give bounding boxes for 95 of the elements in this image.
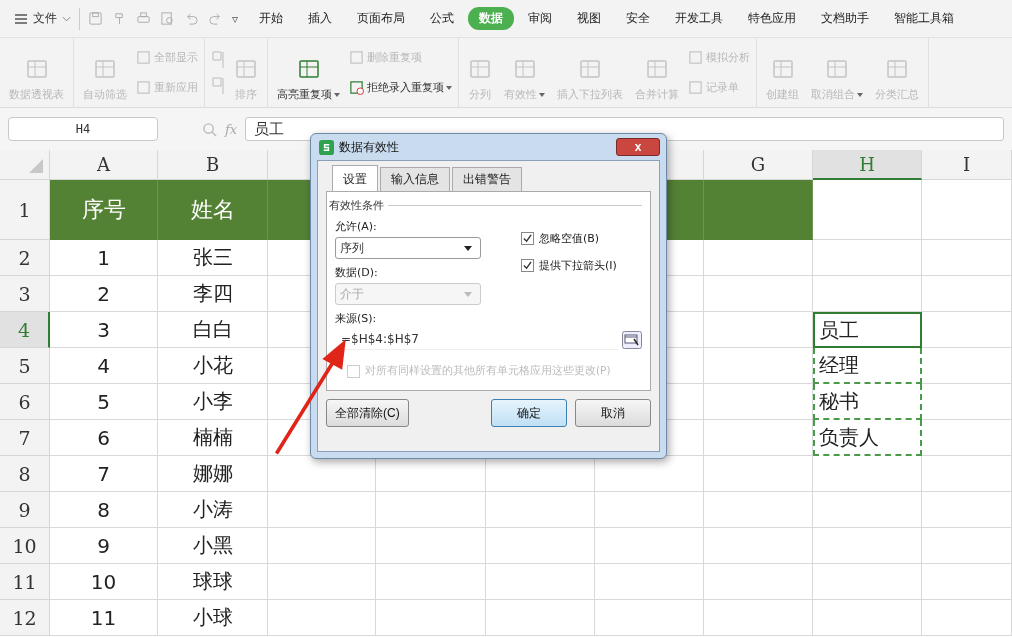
grid-icon	[688, 80, 703, 95]
caret-icon	[464, 291, 472, 297]
grid-icon	[136, 50, 151, 65]
row-header[interactable]: 7	[0, 420, 50, 456]
menu-tab[interactable]: 特色应用	[737, 7, 808, 30]
close-button[interactable]: x	[616, 138, 660, 156]
table-cell: 小李	[158, 384, 268, 420]
save-icon[interactable]	[88, 11, 103, 26]
table-cell: 5	[50, 384, 158, 420]
table-cell: 员工	[813, 312, 922, 348]
ribbon-button[interactable]: 拒绝录入重复项	[349, 76, 452, 99]
ribbon-button[interactable]: 高亮重复项	[274, 43, 343, 102]
table-cell: 小花	[158, 348, 268, 384]
table-cell: 7	[50, 456, 158, 492]
table-cell: 娜娜	[158, 456, 268, 492]
table-cell: 4	[50, 348, 158, 384]
print-icon[interactable]	[136, 11, 151, 26]
menu-tab[interactable]: 审阅	[517, 7, 564, 30]
grid-icon	[349, 80, 364, 95]
app-logo-icon	[319, 139, 334, 155]
table-cell: 小黑	[158, 528, 268, 564]
check-icon	[523, 261, 532, 270]
allow-dropdown[interactable]: 序列	[335, 237, 481, 259]
table-cell: 负责人	[813, 420, 922, 456]
range-picker-icon[interactable]	[622, 330, 642, 349]
header-cell: 序号	[50, 180, 158, 240]
table-cell: 张三	[158, 240, 268, 276]
menu-tab[interactable]: 公式	[419, 7, 466, 30]
dialog-tab[interactable]: 设置	[332, 165, 378, 191]
table-cell: 1	[50, 240, 158, 276]
table-cell: 小球	[158, 600, 268, 636]
section-title: 有效性条件	[329, 198, 384, 213]
row-header[interactable]: 5	[0, 348, 50, 384]
header-cell: 姓名	[158, 180, 268, 240]
dialog-tab[interactable]: 输入信息	[380, 167, 450, 191]
table-cell: 11	[50, 600, 158, 636]
name-box[interactable]: H4	[8, 117, 158, 141]
grid-icon	[688, 50, 703, 65]
table-cell: 8	[50, 492, 158, 528]
field-label: 来源(S):	[335, 311, 378, 326]
table-cell: 楠楠	[158, 420, 268, 456]
row-header[interactable]: 9	[0, 492, 50, 528]
table-cell: 2	[50, 276, 158, 312]
menu-tab[interactable]: 页面布局	[346, 7, 417, 30]
menu-tab[interactable]: 插入	[297, 7, 344, 30]
row-header[interactable]: 6	[0, 384, 50, 420]
column-header[interactable]: I	[922, 150, 1012, 180]
field-label: 数据(D):	[335, 265, 379, 280]
row-header[interactable]: 2	[0, 240, 50, 276]
search-icon[interactable]	[202, 121, 217, 137]
menu-tab[interactable]: 开发工具	[664, 7, 735, 30]
table-cell: 小涛	[158, 492, 268, 528]
column-header[interactable]: H	[813, 150, 922, 180]
dropdown-arrow-checkbox[interactable]: 提供下拉箭头(I)	[521, 258, 617, 273]
row-header[interactable]: 4	[0, 312, 50, 348]
chevron-icon	[62, 15, 71, 22]
select-all-icon[interactable]	[29, 159, 43, 173]
table-cell: 6	[50, 420, 158, 456]
table-cell: 9	[50, 528, 158, 564]
menu-tab[interactable]: 视图	[566, 7, 613, 30]
row-header[interactable]: 10	[0, 528, 50, 564]
table-cell: 3	[50, 312, 158, 348]
row-header[interactable]: 8	[0, 456, 50, 492]
more-button[interactable]: ▿	[232, 11, 239, 26]
field-label: 允许(A):	[335, 219, 378, 234]
dialog-tab[interactable]: 出错警告	[452, 167, 522, 191]
table-cell: 经理	[813, 348, 922, 384]
menu-tab[interactable]: 文档助手	[810, 7, 881, 30]
menu-tab[interactable]: 开始	[248, 7, 295, 30]
table-cell: 李四	[158, 276, 268, 312]
menu-icon	[14, 12, 28, 25]
menu-tab[interactable]: 安全	[615, 7, 662, 30]
grid-icon	[136, 80, 151, 95]
table-cell: 秘书	[813, 384, 922, 420]
row-header[interactable]: 3	[0, 276, 50, 312]
caret-icon	[464, 245, 472, 251]
dialog-button[interactable]: 全部清除(C)	[326, 399, 409, 427]
dialog-button[interactable]: 确定	[491, 399, 567, 427]
table-cell: 10	[50, 564, 158, 600]
grid-icon	[349, 50, 364, 65]
dialog-button[interactable]: 取消	[575, 399, 651, 427]
table-cell: 球球	[158, 564, 268, 600]
row-header[interactable]: 12	[0, 600, 50, 636]
row-header[interactable]: 1	[0, 180, 50, 240]
dialog-title: 数据有效性	[339, 138, 399, 156]
check-icon	[523, 234, 532, 243]
preview-icon[interactable]	[160, 11, 175, 26]
ignore-blank-checkbox[interactable]: 忽略空值(B)	[521, 231, 617, 246]
column-header[interactable]: A	[50, 150, 158, 180]
column-header[interactable]: G	[704, 150, 813, 180]
menu-tab[interactable]: 智能工具箱	[883, 7, 966, 30]
file-menu[interactable]: 文件	[0, 7, 80, 30]
row-header[interactable]: 11	[0, 564, 50, 600]
column-header[interactable]: B	[158, 150, 268, 180]
table-cell: 白白	[158, 312, 268, 348]
